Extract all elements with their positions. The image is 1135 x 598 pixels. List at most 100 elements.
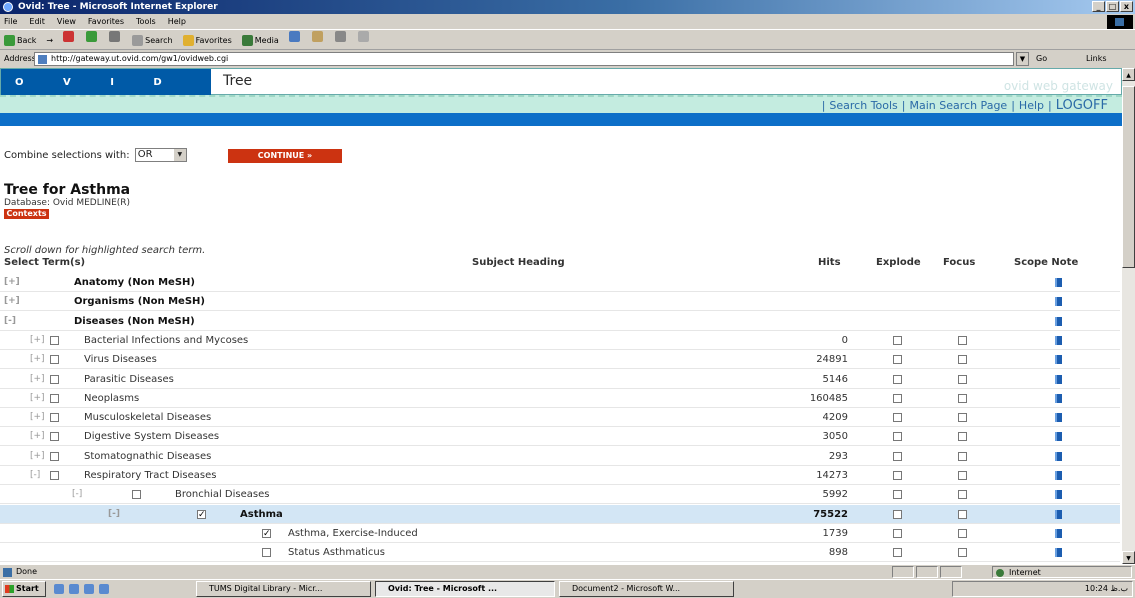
expand-toggle[interactable]: [+] <box>30 408 45 427</box>
explode-checkbox[interactable] <box>893 548 902 558</box>
menu-help[interactable]: Help <box>168 14 186 29</box>
focus-checkbox[interactable] <box>958 413 967 423</box>
explode-checkbox[interactable] <box>893 451 902 461</box>
address-input[interactable]: http://gateway.ut.ovid.com/gw1/ovidweb.c… <box>34 52 1014 66</box>
select-term-checkbox[interactable] <box>262 525 271 544</box>
focus-checkbox[interactable] <box>958 335 967 345</box>
scope-note-icon[interactable] <box>1055 297 1062 307</box>
media-player-icon[interactable] <box>99 584 109 594</box>
favorites-button[interactable]: Favorites <box>182 31 232 49</box>
select-term-checkbox[interactable] <box>50 355 59 365</box>
explode-checkbox[interactable] <box>893 528 902 538</box>
subject-heading[interactable]: Asthma, Exercise-Induced <box>288 524 418 543</box>
combine-select[interactable]: OR ▼ <box>134 148 187 162</box>
focus-checkbox[interactable] <box>958 451 967 461</box>
select-term-checkbox[interactable] <box>50 374 59 384</box>
focus-checkbox[interactable] <box>958 490 967 500</box>
scroll-up-icon[interactable]: ▲ <box>1122 68 1135 81</box>
focus-checkbox[interactable] <box>958 374 967 384</box>
print-icon[interactable] <box>334 31 346 42</box>
scope-note-icon[interactable] <box>1055 528 1062 538</box>
ovid-logo[interactable]: O V I D <box>1 69 211 96</box>
scroll-thumb[interactable] <box>1122 86 1135 268</box>
search-tools-link[interactable]: Search Tools <box>829 97 897 114</box>
select-term-checkbox[interactable] <box>50 432 59 442</box>
search-button[interactable]: Search <box>132 31 173 49</box>
subject-heading[interactable]: Digestive System Diseases <box>84 427 219 446</box>
select-term-checkbox[interactable] <box>50 413 59 423</box>
outlook-icon[interactable] <box>84 584 94 594</box>
expand-toggle[interactable]: [-] <box>72 485 82 504</box>
scope-note-icon[interactable] <box>1055 509 1062 519</box>
help-link[interactable]: Help <box>1019 97 1044 114</box>
expand-toggle[interactable]: [+] <box>30 370 45 389</box>
focus-checkbox[interactable] <box>958 548 967 558</box>
scope-note-icon[interactable] <box>1055 471 1062 480</box>
scope-note-icon[interactable] <box>1055 548 1062 558</box>
refresh-icon[interactable] <box>86 31 98 42</box>
mail-icon[interactable] <box>311 31 323 42</box>
subject-heading[interactable]: Parasitic Diseases <box>84 370 174 389</box>
links-button[interactable]: Links <box>1086 51 1107 67</box>
menu-favorites[interactable]: Favorites <box>88 14 124 29</box>
expand-toggle[interactable]: [+] <box>30 331 45 350</box>
stop-icon[interactable] <box>63 31 75 42</box>
go-button[interactable]: Go <box>1036 51 1047 67</box>
desktop-icon[interactable] <box>54 584 64 594</box>
scope-note-icon[interactable] <box>1055 451 1062 461</box>
subject-heading[interactable]: Status Asthmaticus <box>288 543 385 562</box>
scope-note-icon[interactable] <box>1055 316 1062 326</box>
scope-note-icon[interactable] <box>1055 413 1062 423</box>
media-button[interactable]: Media <box>241 31 279 49</box>
close-button[interactable]: x <box>1120 1 1133 12</box>
maximize-button[interactable]: □ <box>1106 1 1119 12</box>
select-term-checkbox[interactable] <box>132 490 141 500</box>
edit-icon[interactable] <box>357 31 369 42</box>
scope-note-icon[interactable] <box>1055 278 1062 287</box>
expand-toggle[interactable]: [+] <box>4 273 20 292</box>
expand-toggle[interactable]: [+] <box>30 447 45 466</box>
continue-button[interactable]: CONTINUE » <box>228 149 342 163</box>
menu-edit[interactable]: Edit <box>29 14 45 29</box>
address-dropdown-icon[interactable]: ▼ <box>1016 52 1029 66</box>
history-icon[interactable] <box>288 31 300 42</box>
ie-quicklaunch-icon[interactable] <box>69 584 79 594</box>
task-tums-library[interactable]: TUMS Digital Library - Micr... <box>196 581 371 597</box>
scope-note-icon[interactable] <box>1055 393 1062 403</box>
scope-note-icon[interactable] <box>1055 432 1062 442</box>
explode-checkbox[interactable] <box>893 490 902 500</box>
main-search-link[interactable]: Main Search Page <box>910 97 1008 114</box>
expand-toggle[interactable]: [+] <box>30 389 45 408</box>
explode-checkbox[interactable] <box>893 335 902 345</box>
subject-heading[interactable]: Diseases (Non MeSH) <box>74 312 195 331</box>
subject-heading[interactable]: Respiratory Tract Diseases <box>84 466 217 485</box>
explode-checkbox[interactable] <box>893 432 902 442</box>
select-term-checkbox[interactable] <box>262 548 271 558</box>
subject-heading[interactable]: Bacterial Infections and Mycoses <box>84 331 248 350</box>
back-button[interactable]: Back <box>4 31 36 49</box>
explode-checkbox[interactable] <box>893 355 902 365</box>
explode-checkbox[interactable] <box>893 393 902 403</box>
subject-heading[interactable]: Musculoskeletal Diseases <box>84 408 211 427</box>
subject-heading[interactable]: Asthma <box>240 505 283 524</box>
menu-view[interactable]: View <box>57 14 76 29</box>
focus-checkbox[interactable] <box>958 355 967 365</box>
focus-checkbox[interactable] <box>958 471 967 480</box>
subject-heading[interactable]: Virus Diseases <box>84 350 157 369</box>
expand-toggle[interactable]: [+] <box>30 427 45 446</box>
scope-note-icon[interactable] <box>1055 374 1062 384</box>
task-document2[interactable]: Document2 - Microsoft W... <box>559 581 734 597</box>
home-icon[interactable] <box>109 31 121 42</box>
minimize-button[interactable]: _ <box>1092 1 1105 12</box>
expand-toggle[interactable]: [+] <box>4 292 20 311</box>
task-ovid-tree[interactable]: Ovid: Tree - Microsoft ... <box>375 581 555 597</box>
select-term-checkbox[interactable] <box>50 451 59 461</box>
subject-heading[interactable]: Organisms (Non MeSH) <box>74 292 205 311</box>
vertical-scrollbar[interactable]: ▲ ▼ <box>1122 68 1135 564</box>
expand-toggle[interactable]: [+] <box>30 350 45 369</box>
select-term-checkbox[interactable] <box>50 393 59 403</box>
explode-checkbox[interactable] <box>893 509 902 519</box>
subject-heading[interactable]: Stomatognathic Diseases <box>84 447 211 466</box>
forward-button[interactable]: → <box>46 31 53 49</box>
focus-checkbox[interactable] <box>958 432 967 442</box>
